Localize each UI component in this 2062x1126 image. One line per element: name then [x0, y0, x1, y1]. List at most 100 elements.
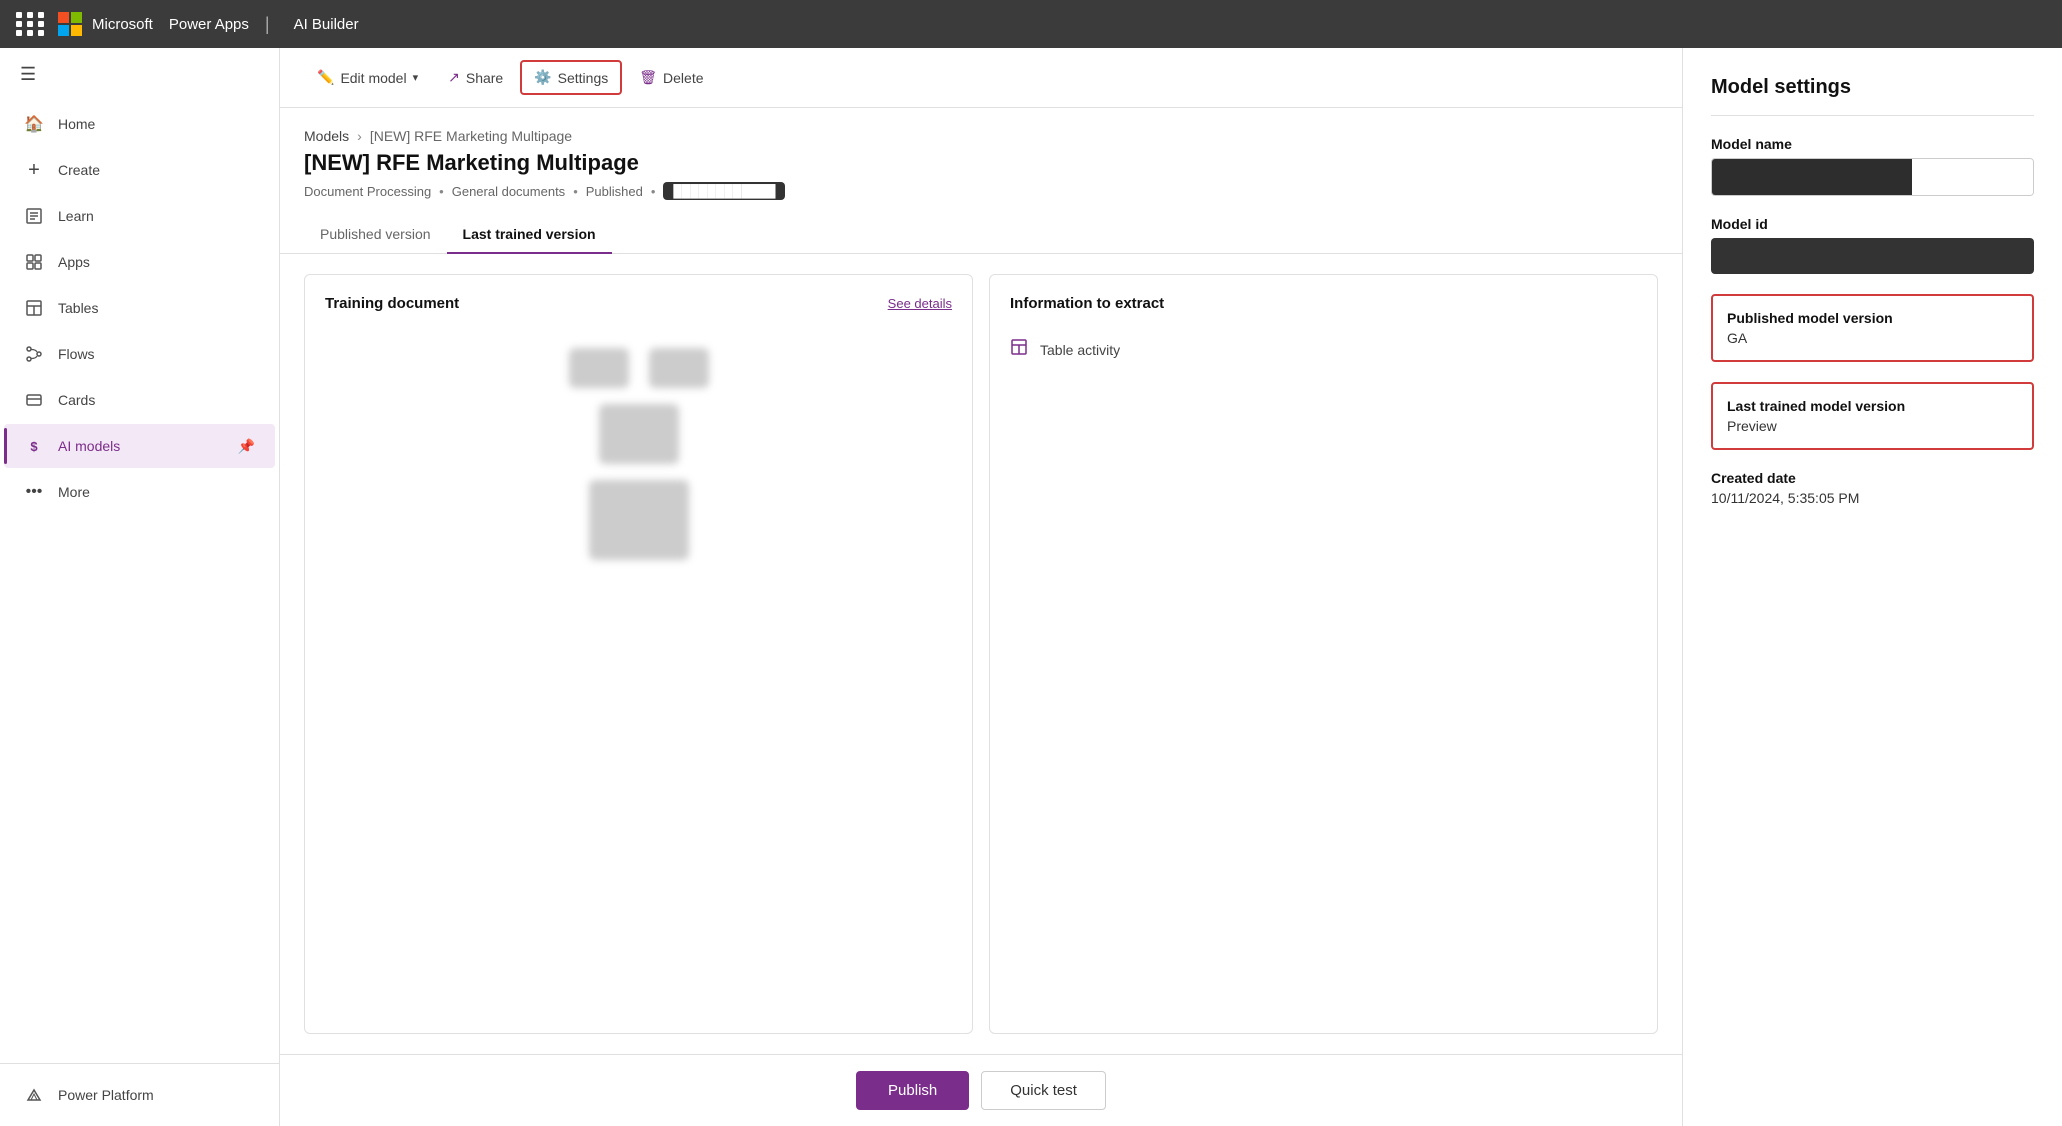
breadcrumb: Models › [NEW] RFE Marketing Multipage	[304, 128, 1658, 144]
sidebar-item-label: Learn	[58, 208, 94, 224]
main-content: ✏️ Edit model ▾ ↗ Share ⚙️ Settings 🗑 De…	[280, 48, 1682, 1126]
sidebar-item-label: Cards	[58, 392, 95, 408]
training-doc-content	[325, 328, 952, 580]
more-icon: •••	[24, 482, 44, 502]
breadcrumb-chevron: ›	[357, 128, 362, 144]
breadcrumb-parent[interactable]: Models	[304, 128, 349, 144]
card-header-2: Information to extract	[1010, 295, 1637, 312]
dot-3: •	[651, 184, 656, 199]
last-trained-version-label: Last trained model version	[1727, 398, 2018, 414]
apps-icon	[24, 252, 44, 272]
model-id-label: Model id	[1711, 216, 2034, 232]
delete-label: Delete	[663, 70, 703, 86]
page-header: Models › [NEW] RFE Marketing Multipage […	[280, 108, 1682, 216]
microsoft-label: Microsoft	[92, 16, 153, 33]
share-button[interactable]: ↗ Share	[435, 61, 516, 94]
create-icon: +	[24, 160, 44, 180]
pin-icon: 📌	[238, 438, 255, 455]
publish-button[interactable]: Publish	[856, 1071, 969, 1110]
published-version-label: Published model version	[1727, 310, 2018, 326]
training-doc-title: Training document	[325, 295, 459, 312]
table-icon	[1010, 338, 1028, 361]
published-version-section: Published model version GA	[1711, 294, 2034, 362]
top-bar: Microsoft Power Apps | AI Builder	[0, 0, 2062, 48]
sidebar-item-tables[interactable]: Tables	[4, 286, 275, 330]
settings-button[interactable]: ⚙️ Settings	[520, 60, 622, 95]
created-date-label: Created date	[1711, 470, 2034, 486]
sidebar-item-create[interactable]: + Create	[4, 148, 275, 192]
settings-panel: Model settings Model name Model id Publi…	[1682, 48, 2062, 1126]
sidebar-item-cards[interactable]: Cards	[4, 378, 275, 422]
quick-test-button[interactable]: Quick test	[981, 1071, 1106, 1110]
sidebar-item-home[interactable]: 🏠 Home	[4, 102, 275, 146]
blur-row-3	[589, 480, 689, 560]
blur-row-2	[599, 404, 679, 464]
share-label: Share	[466, 70, 503, 86]
subtitle-category: General documents	[452, 184, 565, 199]
sidebar-bottom: Power Platform	[0, 1063, 279, 1126]
chevron-down-icon: ▾	[413, 71, 419, 84]
settings-label: Settings	[558, 70, 609, 86]
created-date-section: Created date 10/11/2024, 5:35:05 PM	[1711, 470, 2034, 506]
edit-model-button[interactable]: ✏️ Edit model ▾	[304, 61, 431, 94]
home-icon: 🏠	[24, 114, 44, 134]
toolbar: ✏️ Edit model ▾ ↗ Share ⚙️ Settings 🗑 De…	[280, 48, 1682, 108]
product-name: AI Builder	[294, 16, 359, 33]
sidebar-item-more[interactable]: ••• More	[4, 470, 275, 514]
table-activity-item[interactable]: Table activity	[1010, 328, 1637, 371]
main-layout: ☰ 🏠 Home + Create Learn Apps Tables	[0, 48, 2062, 1126]
last-trained-version-section: Last trained model version Preview	[1711, 382, 2034, 450]
waffle-menu[interactable]	[16, 12, 46, 36]
card-header: Training document See details	[325, 295, 952, 312]
dot-2: •	[573, 184, 578, 199]
sidebar-item-label: Power Platform	[58, 1087, 154, 1103]
model-name-filled	[1712, 159, 1912, 195]
sidebar-item-label: Flows	[58, 346, 95, 362]
sidebar-item-ai-models[interactable]: $ AI models 📌	[4, 424, 275, 468]
sidebar-item-label: Tables	[58, 300, 98, 316]
settings-icon: ⚙️	[534, 69, 551, 86]
settings-panel-title: Model settings	[1711, 76, 2034, 116]
model-id-field: Model id	[1711, 216, 2034, 274]
last-trained-version-value: Preview	[1727, 418, 2018, 434]
power-platform-icon	[24, 1085, 44, 1105]
created-date-value: 10/11/2024, 5:35:05 PM	[1711, 490, 2034, 506]
sidebar-item-label: AI models	[58, 438, 120, 454]
training-document-card: Training document See details	[304, 274, 973, 1034]
info-extract-title: Information to extract	[1010, 295, 1164, 312]
action-bar: Publish Quick test	[280, 1054, 1682, 1126]
sidebar-item-power-platform[interactable]: Power Platform	[4, 1073, 275, 1117]
model-id-value	[1711, 238, 2034, 274]
cards-area: Training document See details	[280, 254, 1682, 1054]
model-name-field: Model name	[1711, 136, 2034, 196]
model-name-empty	[1912, 159, 2033, 195]
sidebar-item-label: More	[58, 484, 90, 500]
sidebar-item-label: Home	[58, 116, 95, 132]
delete-icon: 🗑	[639, 69, 657, 86]
blur-row-1	[569, 348, 709, 388]
subtitle-badge: ████████████	[663, 182, 785, 200]
separator: |	[265, 14, 270, 35]
sidebar-item-label: Create	[58, 162, 100, 178]
blur-placeholder-4	[589, 480, 689, 560]
table-activity-label: Table activity	[1040, 342, 1120, 358]
share-icon: ↗	[448, 69, 460, 86]
edit-model-label: Edit model	[340, 70, 406, 86]
sidebar-item-flows[interactable]: Flows	[4, 332, 275, 376]
hamburger-menu[interactable]: ☰	[0, 48, 279, 101]
sidebar-item-learn[interactable]: Learn	[4, 194, 275, 238]
sidebar-item-apps[interactable]: Apps	[4, 240, 275, 284]
page-subtitle: Document Processing • General documents …	[304, 182, 1658, 200]
model-name-label: Model name	[1711, 136, 2034, 152]
cards-icon	[24, 390, 44, 410]
tab-last-trained-version[interactable]: Last trained version	[447, 216, 612, 254]
see-details-link[interactable]: See details	[888, 296, 952, 311]
delete-button[interactable]: 🗑 Delete	[626, 61, 716, 94]
tables-icon	[24, 298, 44, 318]
ai-models-icon: $	[24, 436, 44, 456]
tab-published-version[interactable]: Published version	[304, 216, 447, 254]
app-name: Power Apps	[169, 16, 249, 33]
microsoft-logo: Microsoft	[58, 12, 153, 36]
learn-icon	[24, 206, 44, 226]
flows-icon	[24, 344, 44, 364]
